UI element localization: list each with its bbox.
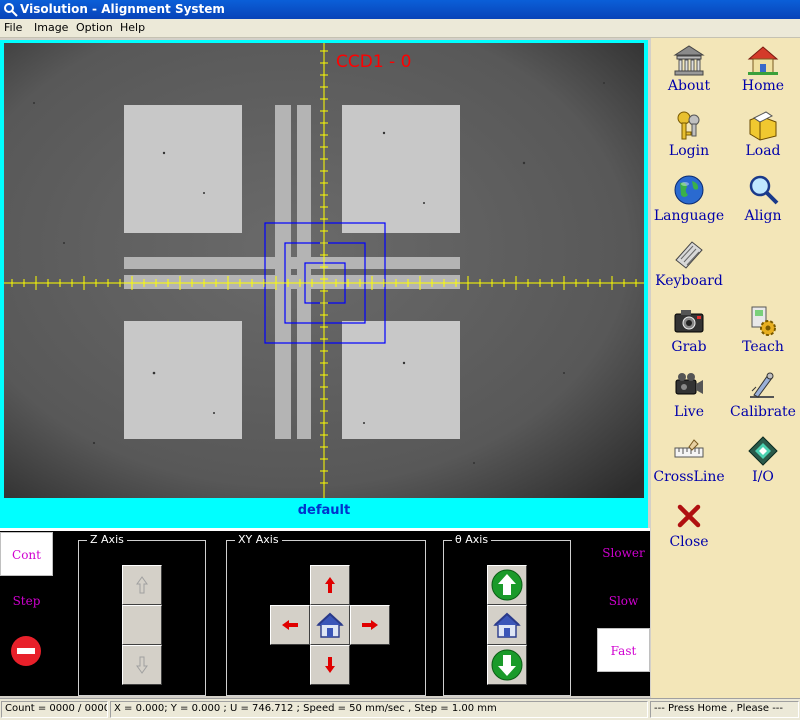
close-button[interactable]: Close (652, 498, 726, 550)
teach-gear-icon (751, 306, 776, 336)
green-arrow-up-icon (491, 569, 523, 601)
mark-bar-h2 (124, 275, 460, 289)
speed-slow-button[interactable]: Slow (597, 590, 650, 612)
home-button[interactable]: Home (726, 42, 800, 94)
theta-axis-title: θ Axis (452, 533, 492, 546)
step-mode-button[interactable]: Step (0, 588, 53, 614)
load-button[interactable]: Load (726, 107, 800, 159)
crossline-label: CrossLine (653, 469, 725, 485)
status-message: --- Press Home , Please --- (650, 701, 799, 718)
calibrate-icon (750, 372, 774, 398)
globe-icon (674, 175, 704, 205)
mark-square-br (342, 321, 460, 439)
menu-option[interactable]: Option (76, 21, 113, 34)
theta-home-button[interactable] (487, 605, 527, 645)
menu-help[interactable]: Help (120, 21, 145, 34)
live-button[interactable]: Live (652, 368, 726, 420)
camera-view[interactable]: CCD1 - 0 (4, 43, 644, 498)
teach-label: Teach (742, 339, 784, 355)
close-label: Close (669, 534, 709, 550)
red-arrow-left-icon (282, 620, 298, 630)
grab-button[interactable]: Grab (652, 303, 726, 355)
home-icon (493, 612, 521, 638)
home-icon (316, 612, 344, 638)
mark-bar-v2 (297, 105, 311, 439)
mark-square-tr (342, 105, 460, 233)
speed-slower-button[interactable]: Slower (597, 542, 650, 564)
login-label: Login (668, 143, 710, 159)
y-up-button[interactable] (310, 565, 350, 605)
language-button[interactable]: Language (652, 172, 726, 224)
close-x-icon (677, 504, 701, 528)
calibrate-label: Calibrate (730, 404, 796, 420)
cont-mode-button[interactable]: Cont (0, 532, 53, 576)
video-camera-icon (675, 373, 703, 395)
z-up-button[interactable] (122, 565, 162, 605)
ruler-icon (674, 439, 704, 458)
x-right-button[interactable] (350, 605, 390, 645)
io-button[interactable]: I/O (726, 433, 800, 485)
folder-load-icon (749, 111, 777, 141)
io-label: I/O (752, 469, 774, 485)
camera-icon (674, 310, 704, 333)
camera-mode-label: default (297, 503, 351, 518)
teach-button[interactable]: Teach (726, 303, 800, 355)
control-panel: Cont Step Z Axis XY Axis θ Axis Slower S… (0, 528, 650, 696)
menu-file[interactable]: File (4, 21, 22, 34)
x-left-button[interactable] (270, 605, 310, 645)
house-icon (747, 46, 779, 75)
speed-fast-button[interactable]: Fast (597, 628, 650, 672)
keys-icon (677, 111, 700, 140)
app-icon (4, 3, 18, 17)
arrow-up-icon (136, 576, 148, 594)
load-label: Load (745, 143, 781, 159)
keyboard-label: Keyboard (655, 273, 723, 289)
keyboard-button[interactable]: Keyboard (652, 237, 726, 289)
z-down-button[interactable] (122, 645, 162, 685)
z-axis-title: Z Axis (87, 533, 127, 546)
status-bar: Count = 0000 / 0000 X = 0.000; Y = 0.000… (0, 698, 800, 720)
live-label: Live (674, 404, 704, 420)
mark-bar-h1 (124, 257, 460, 269)
arrow-down-icon (136, 656, 148, 674)
grab-label: Grab (671, 339, 707, 355)
z-stop-button[interactable] (122, 605, 162, 645)
theta-ccw-button[interactable] (487, 565, 527, 605)
stop-icon[interactable] (10, 635, 42, 667)
magnifier-icon (749, 175, 779, 205)
home-label: Home (741, 78, 785, 94)
status-count: Count = 0000 / 0000 (1, 701, 108, 718)
crossline-button[interactable]: CrossLine (652, 433, 726, 485)
menu-image[interactable]: Image (34, 21, 68, 34)
red-arrow-up-icon (325, 577, 335, 593)
io-diamond-icon (748, 436, 778, 466)
about-label: About (667, 78, 711, 94)
mark-square-bl (124, 321, 242, 439)
align-label: Align (744, 208, 782, 224)
red-arrow-right-icon (362, 620, 378, 630)
xy-home-button[interactable] (310, 605, 350, 645)
mark-bar-v1 (275, 105, 291, 439)
theta-cw-button[interactable] (487, 645, 527, 685)
tool-panel: About Home Login Load Language Align Key… (651, 38, 800, 698)
status-position: X = 0.000; Y = 0.000 ; U = 746.712 ; Spe… (110, 701, 648, 718)
title-bar: Visolution - Alignment System (0, 0, 800, 19)
calibrate-button[interactable]: Calibrate (726, 368, 800, 420)
window-title: Visolution - Alignment System (20, 2, 225, 16)
align-button[interactable]: Align (726, 172, 800, 224)
mark-square-tl (124, 105, 242, 233)
green-arrow-down-icon (491, 649, 523, 681)
keyboard-icon (675, 241, 703, 269)
y-down-button[interactable] (310, 645, 350, 685)
about-button[interactable]: About (652, 42, 726, 94)
login-button[interactable]: Login (652, 107, 726, 159)
menu-bar: File Image Option Help (0, 19, 800, 38)
ccd-overlay-label: CCD1 - 0 (336, 52, 411, 72)
xy-axis-title: XY Axis (235, 533, 282, 546)
language-label: Language (653, 208, 725, 224)
bank-icon (673, 45, 705, 76)
red-arrow-down-icon (325, 657, 335, 673)
